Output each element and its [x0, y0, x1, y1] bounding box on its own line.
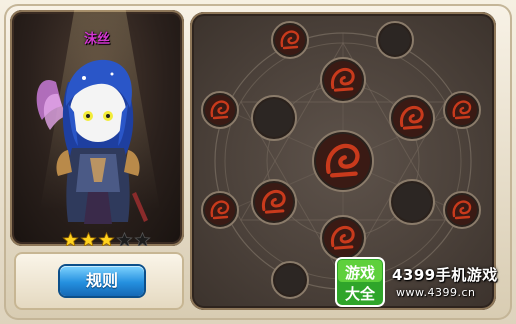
rune-slot-inner-top[interactable] — [320, 57, 366, 103]
rules-panel: 规则 — [14, 252, 184, 310]
watermark-url: www.4399.cn — [396, 286, 476, 299]
rules-button[interactable]: 规则 — [60, 266, 144, 296]
star-filled-icon — [98, 232, 115, 246]
character-name: 沫丝 — [83, 32, 110, 47]
rune-slot-outer-top[interactable] — [271, 21, 309, 59]
rune-slot-outer-right-upper[interactable] — [443, 91, 481, 129]
rune-slot-inner-bottom[interactable] — [320, 215, 366, 261]
rune-slot-outer-top-right[interactable] — [376, 21, 414, 59]
star-filled-icon — [80, 232, 97, 246]
watermark-logo-bottom: 大全 — [345, 285, 376, 303]
star-empty-icon — [116, 232, 133, 246]
star-empty-icon — [134, 232, 151, 246]
watermark-brand: 4399手机游戏 — [392, 266, 498, 284]
watermark-logo: 游戏 大全 — [335, 257, 385, 307]
rune-slot-outer-left-upper[interactable] — [201, 91, 239, 129]
rune-slot-inner-upper-right[interactable] — [389, 95, 435, 141]
star-filled-icon — [62, 232, 79, 246]
star-rating — [62, 232, 151, 246]
character-panel: 沫丝 — [10, 10, 184, 246]
rune-slot-inner-lower-right[interactable] — [389, 179, 435, 225]
game-screen: 沫丝 规则 游戏 大全 4399手机游戏 www.4399.cn — [0, 0, 516, 324]
rune-slot-outer-bottom[interactable] — [271, 261, 309, 299]
rune-slot-inner-lower-left[interactable] — [251, 179, 297, 225]
character-portrait — [36, 59, 148, 224]
watermark-logo-top: 游戏 — [345, 264, 375, 282]
rune-slot-outer-left-lower[interactable] — [201, 191, 239, 229]
rune-slot-inner-upper-left[interactable] — [251, 95, 297, 141]
rune-slot-outer-right-lower[interactable] — [443, 191, 481, 229]
watermark: 游戏 大全 4399手机游戏 www.4399.cn — [334, 256, 512, 308]
rune-slot-center[interactable] — [312, 130, 374, 192]
